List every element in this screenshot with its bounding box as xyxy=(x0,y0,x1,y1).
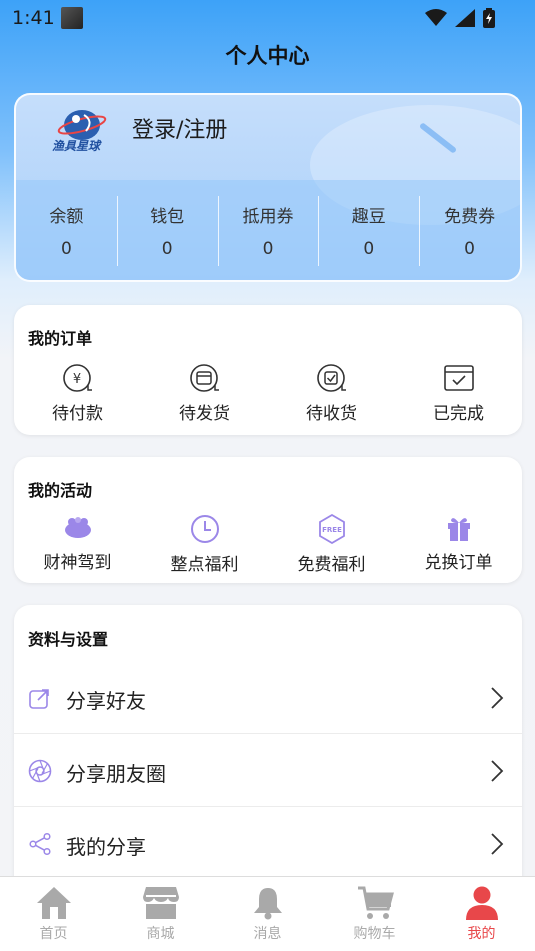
logo-text: 渔具星球 xyxy=(52,139,101,153)
share-nodes-icon xyxy=(29,832,51,856)
tab-home[interactable]: 首页 xyxy=(0,877,107,951)
status-icons xyxy=(425,8,495,28)
status-bar: 1:41 xyxy=(0,0,535,36)
signal-icon xyxy=(455,9,475,27)
tab-store[interactable]: 商城 xyxy=(107,877,214,951)
stat-label: 抵用券 xyxy=(242,207,294,227)
bell-icon xyxy=(253,888,282,920)
tab-label: 首页 xyxy=(39,926,68,942)
tab-label: 商城 xyxy=(146,926,175,942)
share-out-icon xyxy=(29,689,49,709)
settings-card: 资料与设置 分享好友 分享朋友圈 我的分享 xyxy=(14,605,522,895)
tab-label: 消息 xyxy=(253,926,282,942)
wifi-icon xyxy=(425,9,447,26)
stat-label: 趣豆 xyxy=(351,207,386,227)
done-icon xyxy=(443,365,474,391)
order-pending-payment[interactable]: ¥ 待付款 xyxy=(14,363,141,424)
stat-label: 钱包 xyxy=(150,207,185,227)
activities-title: 我的活动 xyxy=(28,481,93,500)
stat-voucher[interactable]: 抵用券 0 xyxy=(217,180,319,280)
notification-avatar-icon xyxy=(61,7,83,29)
order-pending-receipt[interactable]: 待收货 xyxy=(268,363,395,424)
order-pending-shipment[interactable]: 待发货 xyxy=(141,363,268,424)
page-title: 个人中心 xyxy=(225,44,310,68)
fortune-icon xyxy=(64,517,91,538)
home-icon xyxy=(36,887,71,919)
receive-icon xyxy=(316,364,346,392)
chevron-right-icon xyxy=(491,760,504,782)
yen-icon: ¥ xyxy=(62,364,92,392)
activity-fortune[interactable]: 财神驾到 xyxy=(14,514,141,575)
activities-card: 我的活动 财神驾到 整点福利 FREE 免费福利 兑换订单 xyxy=(14,457,522,583)
orders-grid: ¥ 待付款 待发货 待收货 已完成 xyxy=(14,363,522,424)
stats-row: 余额 0 钱包 0 抵用券 0 趣豆 0 免费券 0 xyxy=(16,180,520,280)
order-label: 待发货 xyxy=(179,404,230,424)
settings-label: 分享好友 xyxy=(66,689,146,713)
box-icon xyxy=(189,364,219,392)
tab-messages[interactable]: 消息 xyxy=(214,877,321,951)
login-register-link[interactable]: 登录/注册 xyxy=(132,112,227,144)
activity-hourly-welfare[interactable]: 整点福利 xyxy=(141,514,268,575)
bottom-tab-bar: 首页 商城 消息 购物车 我的 xyxy=(0,876,535,951)
stat-balance[interactable]: 余额 0 xyxy=(16,180,117,280)
chevron-right-icon xyxy=(491,687,504,709)
settings-share-friends[interactable]: 分享好友 xyxy=(14,662,522,734)
stat-free-coupon[interactable]: 免费券 0 xyxy=(419,180,520,280)
stat-value: 0 xyxy=(262,239,274,259)
order-label: 已完成 xyxy=(433,404,484,424)
orders-card: 我的订单 ¥ 待付款 待发货 待收货 已完成 xyxy=(14,305,522,435)
battery-icon xyxy=(483,8,495,28)
tab-cart[interactable]: 购物车 xyxy=(321,877,428,951)
cart-icon xyxy=(357,886,394,919)
app-logo: 渔具星球 xyxy=(52,101,114,161)
tab-label: 购物车 xyxy=(353,926,396,942)
settings-label: 我的分享 xyxy=(66,835,146,859)
stat-value: 0 xyxy=(363,239,375,259)
profile-card: 渔具星球 登录/注册 余额 0 钱包 0 抵用券 0 趣豆 0 免费券 0 xyxy=(14,93,522,282)
clock-icon xyxy=(190,515,219,543)
orders-title: 我的订单 xyxy=(28,329,93,348)
order-label: 待付款 xyxy=(52,404,103,424)
settings-share-moments[interactable]: 分享朋友圈 xyxy=(14,735,522,807)
activity-label: 免费福利 xyxy=(297,555,366,575)
gift-icon xyxy=(447,518,470,541)
order-completed[interactable]: 已完成 xyxy=(395,363,522,424)
stat-value: 0 xyxy=(161,239,173,259)
status-time: 1:41 xyxy=(12,7,55,29)
settings-label: 分享朋友圈 xyxy=(66,762,166,786)
stat-label: 免费券 xyxy=(444,207,496,227)
stat-value: 0 xyxy=(60,239,72,259)
stat-label: 余额 xyxy=(49,207,84,227)
stat-wallet[interactable]: 钱包 0 xyxy=(116,180,218,280)
activity-exchange-orders[interactable]: 兑换订单 xyxy=(395,514,522,575)
chevron-right-icon xyxy=(491,833,504,855)
activity-label: 整点福利 xyxy=(170,555,239,575)
svg-text:¥: ¥ xyxy=(72,372,80,387)
tab-label: 我的 xyxy=(467,926,496,942)
stat-beans[interactable]: 趣豆 0 xyxy=(318,180,419,280)
aperture-icon xyxy=(28,759,52,783)
stat-value: 0 xyxy=(464,239,475,259)
order-label: 待收货 xyxy=(306,404,357,424)
settings-title: 资料与设置 xyxy=(28,630,109,649)
activity-label: 财神驾到 xyxy=(43,553,112,573)
store-icon xyxy=(142,887,179,919)
user-icon xyxy=(465,886,498,920)
tab-profile[interactable]: 我的 xyxy=(428,877,535,951)
activities-grid: 财神驾到 整点福利 FREE 免费福利 兑换订单 xyxy=(14,514,522,575)
activity-free-welfare[interactable]: FREE 免费福利 xyxy=(268,514,395,575)
free-badge-icon: FREE xyxy=(318,514,345,544)
free-badge-text: FREE xyxy=(322,526,342,534)
activity-label: 兑换订单 xyxy=(424,553,493,573)
settings-my-shares[interactable]: 我的分享 xyxy=(14,808,522,880)
